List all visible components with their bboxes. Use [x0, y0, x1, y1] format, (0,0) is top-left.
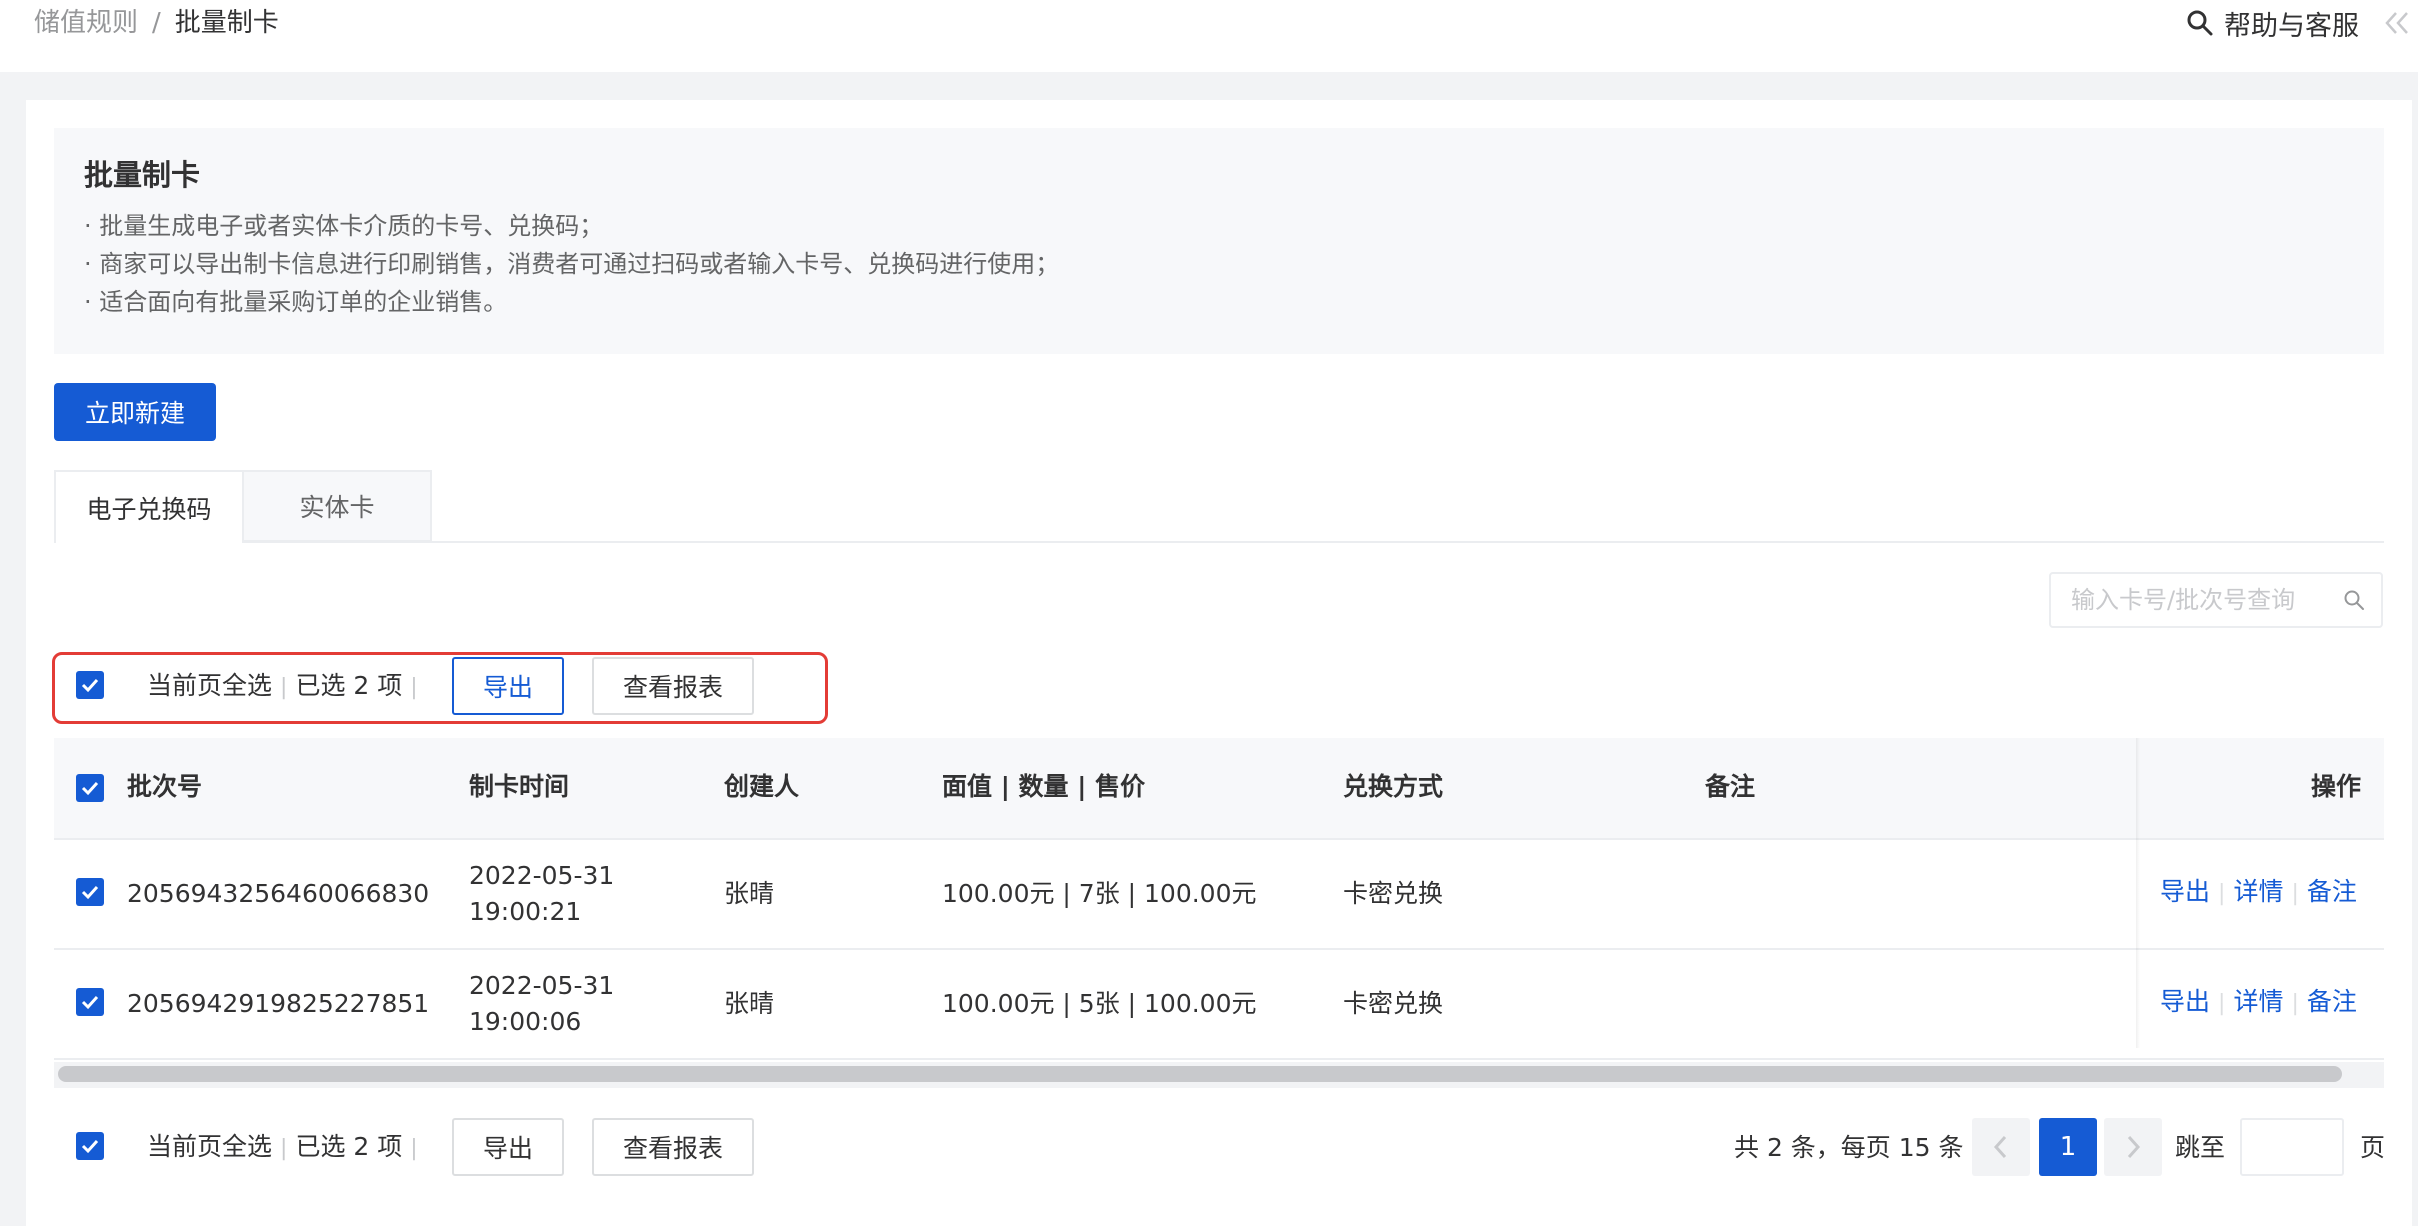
intro-line: · 适合面向有批量采购订单的企业销售。	[84, 288, 508, 316]
column-header: 创建人	[724, 772, 800, 801]
collapse-icon[interactable]	[2384, 8, 2410, 38]
tab-physical-card[interactable]: 实体卡	[242, 470, 432, 542]
help-label: 帮助与客服	[2224, 10, 2359, 42]
check-icon	[81, 995, 99, 1010]
report-button[interactable]: 查看报表	[592, 657, 754, 715]
column-header: 备注	[1705, 772, 1756, 801]
redeem-method: 卡密兑换	[1343, 879, 1444, 908]
batch-number: 2056942919825227851	[127, 989, 430, 1018]
create-date: 2022-05-31	[469, 861, 615, 890]
search-placeholder: 输入卡号/批次号查询	[2071, 586, 2296, 614]
creator: 张晴	[724, 879, 775, 908]
page-number-button[interactable]: 1	[2039, 1118, 2097, 1176]
row-checkbox[interactable]	[76, 878, 104, 906]
row-note-link[interactable]: 备注	[2307, 987, 2357, 1016]
help-link[interactable]: 帮助与客服	[2186, 6, 2359, 42]
row-detail-link[interactable]: 详情	[2233, 987, 2283, 1016]
select-all-label[interactable]: 当前页全选	[147, 671, 272, 700]
chevron-right-icon	[2127, 1135, 2141, 1159]
selected-count: 已选 2 项	[295, 1132, 403, 1161]
redeem-method: 卡密兑换	[1343, 989, 1444, 1018]
create-button[interactable]: 立即新建	[54, 383, 216, 441]
create-time: 19:00:06	[469, 1007, 582, 1036]
row-export-link[interactable]: 导出	[2160, 987, 2210, 1016]
chevron-left-icon	[1993, 1135, 2007, 1159]
prev-page-button[interactable]	[1972, 1118, 2030, 1176]
select-all-label[interactable]: 当前页全选	[147, 1132, 272, 1161]
row-divider	[54, 948, 2384, 950]
batch-status: 当前页全选 | 已选 2 项 |	[147, 671, 418, 700]
report-button-bottom[interactable]: 查看报表	[592, 1118, 754, 1176]
scrollbar-thumb[interactable]	[58, 1066, 2342, 1082]
select-all-checkbox[interactable]	[76, 671, 104, 699]
pagination-summary: 共 2 条，每页 15 条	[1734, 1133, 1964, 1162]
creator: 张晴	[724, 989, 775, 1018]
search-icon[interactable]	[2343, 589, 2365, 611]
header-checkbox[interactable]	[76, 774, 104, 802]
breadcrumb-current: 批量制卡	[174, 8, 279, 38]
row-actions: 导出 | 详情 | 备注	[2160, 877, 2357, 906]
create-time: 19:00:21	[469, 897, 582, 926]
top-bar: 储值规则 / 批量制卡 帮助与客服	[0, 0, 2418, 72]
jump-label: 跳至	[2175, 1133, 2226, 1162]
table-header	[54, 738, 2384, 838]
row-export-link[interactable]: 导出	[2160, 877, 2210, 906]
row-checkbox[interactable]	[76, 988, 104, 1016]
intro-line: · 批量生成电子或者实体卡介质的卡号、兑换码；	[84, 212, 604, 240]
search-icon	[2187, 10, 2213, 36]
export-button[interactable]: 导出	[452, 657, 564, 715]
value-qty-price: 100.00元 | 7张 | 100.00元	[942, 879, 1257, 908]
row-note-link[interactable]: 备注	[2307, 877, 2357, 906]
export-button-bottom[interactable]: 导出	[452, 1118, 564, 1176]
column-header: 操作	[2311, 772, 2362, 801]
next-page-button[interactable]	[2104, 1118, 2162, 1176]
search-input[interactable]: 输入卡号/批次号查询	[2049, 572, 2383, 628]
intro-title: 批量制卡	[84, 158, 201, 192]
row-detail-link[interactable]: 详情	[2233, 877, 2283, 906]
check-icon	[81, 1139, 99, 1154]
row-divider	[54, 1058, 2384, 1060]
batch-number: 2056943256460066830	[127, 879, 430, 908]
select-all-checkbox-bottom[interactable]	[76, 1132, 104, 1160]
jump-page-input[interactable]	[2240, 1118, 2344, 1176]
column-header: 批次号	[127, 772, 203, 801]
tab-electronic-code[interactable]: 电子兑换码	[54, 470, 244, 543]
breadcrumb-parent[interactable]: 储值规则	[34, 8, 138, 38]
selected-count: 已选 2 项	[295, 671, 403, 700]
value-qty-price: 100.00元 | 5张 | 100.00元	[942, 989, 1257, 1018]
column-header: 制卡时间	[469, 772, 570, 801]
intro-line: · 商家可以导出制卡信息进行印刷销售，消费者可通过扫码或者输入卡号、兑换码进行使…	[84, 250, 1060, 278]
create-date: 2022-05-31	[469, 971, 615, 1000]
column-header: 兑换方式	[1343, 772, 1444, 801]
breadcrumb-separator: /	[152, 8, 161, 38]
batch-status-bottom: 当前页全选 | 已选 2 项 |	[147, 1132, 418, 1161]
breadcrumb: 储值规则 / 批量制卡	[34, 6, 279, 40]
jump-unit: 页	[2360, 1133, 2386, 1162]
check-icon	[81, 885, 99, 900]
fixed-column-shadow	[2136, 738, 2140, 1048]
intro-box: 批量制卡 · 批量生成电子或者实体卡介质的卡号、兑换码； · 商家可以导出制卡信…	[54, 128, 2384, 354]
row-divider	[54, 838, 2384, 840]
column-header: 面值 | 数量 | 售价	[942, 772, 1146, 801]
check-icon	[81, 781, 99, 796]
check-icon	[81, 678, 99, 693]
row-actions: 导出 | 详情 | 备注	[2160, 987, 2357, 1016]
